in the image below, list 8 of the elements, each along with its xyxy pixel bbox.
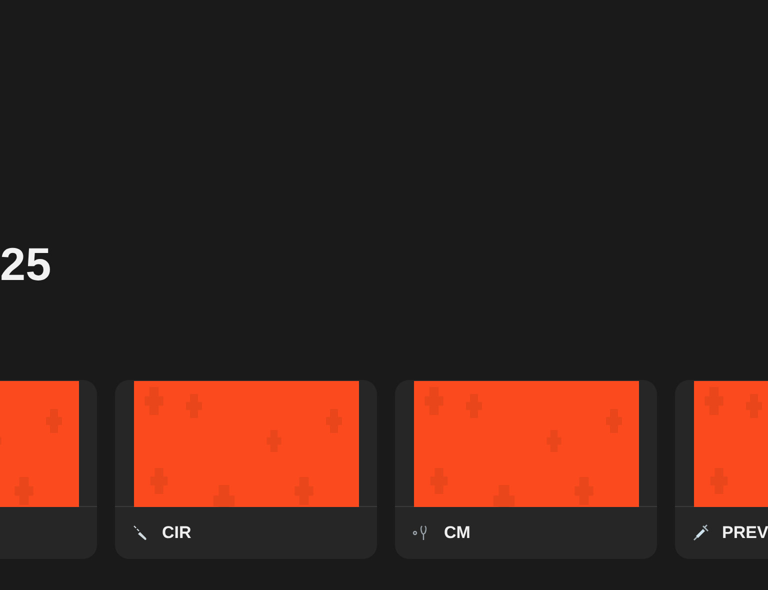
card-title: CM xyxy=(444,522,470,544)
syringe-icon xyxy=(692,524,710,542)
heading: 25 xyxy=(0,237,52,292)
card-title: PREV xyxy=(722,522,768,544)
card-title: CIR xyxy=(162,522,192,544)
card[interactable]: CM xyxy=(395,380,657,559)
card[interactable]: CIR xyxy=(115,380,377,559)
card[interactable]: PREV xyxy=(675,380,768,559)
